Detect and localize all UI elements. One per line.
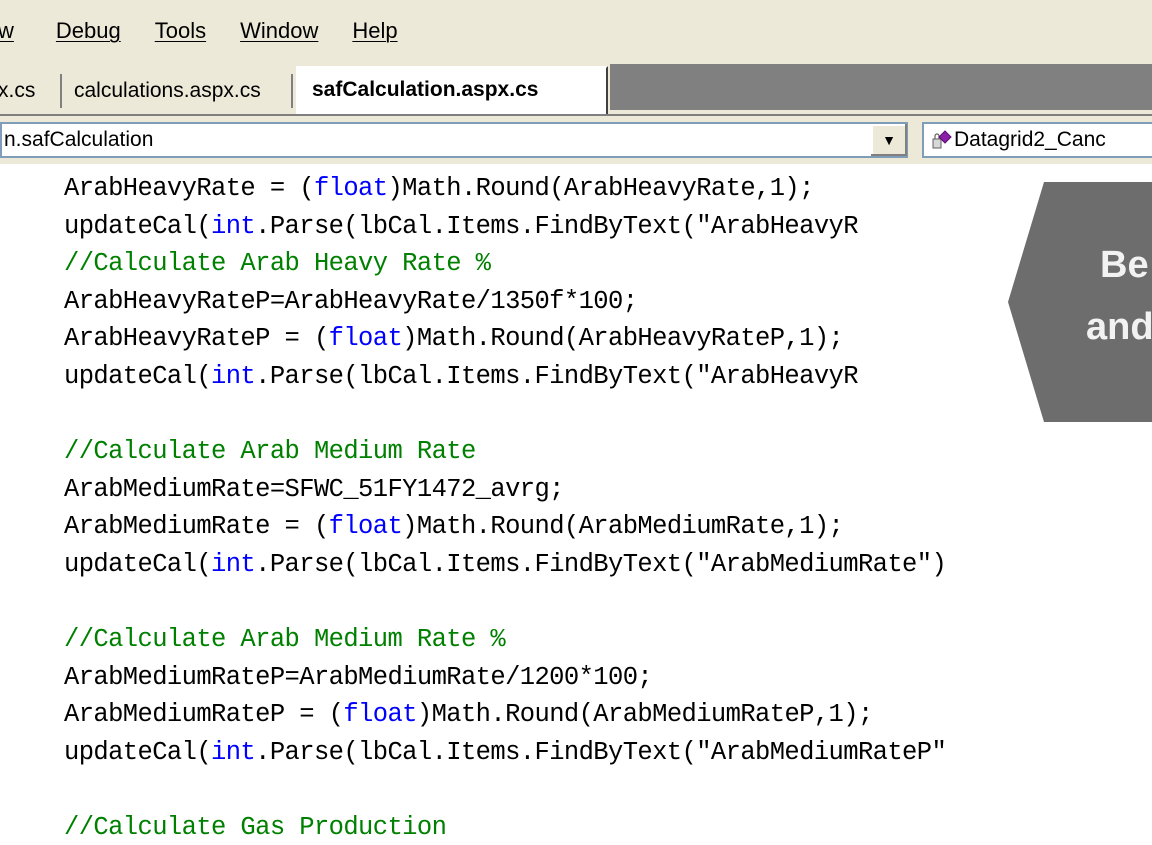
tab-calculations-aspx-cs[interactable]: calculations.aspx.cs [74,76,261,106]
code-text: ArabMediumRate = ( [64,512,329,542]
code-text: )Math.Round(ArabHeavyRate,1); [387,174,814,203]
code-text: )Math.Round(ArabMediumRateP,1); [416,700,873,730]
code-line: //Calculate Gas Production [64,813,447,843]
code-line: ArabHeavyRate = (float)Math.Round(ArabHe… [64,174,814,203]
code-keyword: int [211,362,256,391]
menu-view[interactable]: w [0,18,14,44]
code-comment: //Calculate Arab Medium Rate % [64,625,506,655]
code-text: .Parse(lbCal.Items.FindByText("ArabMediu… [255,550,947,579]
menu-tools[interactable]: Tools [155,18,206,44]
menu-window[interactable]: Window [240,18,318,44]
code-line: ArabHeavyRateP = (float)Math.Round(ArabH… [64,324,844,354]
code-text: )Math.Round(ArabHeavyRateP,1); [402,324,844,354]
code-keyword: float [313,174,388,203]
code-keyword: float [328,324,403,354]
code-text: ArabMediumRateP=ArabMediumRate/1200*100; [64,662,653,692]
code-text: .Parse(lbCal.Items.FindByText("ArabHeavy… [255,362,858,391]
code-text: ArabHeavyRateP=ArabHeavyRate/1350f*100; [64,286,638,316]
method-icon [932,130,952,149]
code-line: updateCal(int.Parse(lbCal.Items.FindByTe… [64,738,947,767]
code-keyword: float [328,512,403,542]
code-line: updateCal(int.Parse(lbCal.Items.FindByTe… [64,211,859,241]
callout-text-line-2: and [1086,306,1152,348]
class-dropdown[interactable]: n.safCalculation ▼ [0,122,908,158]
code-line: ArabMediumRate = (float)Math.Round(ArabM… [64,512,844,542]
document-tab-bar: x.cs calculations.aspx.cs safCalculation… [0,62,1152,114]
member-dropdown-value: Datagrid2_Canc [954,128,1106,151]
code-text: ArabHeavyRate = ( [64,174,315,203]
code-line: ArabHeavyRateP=ArabHeavyRate/1350f*100; [64,286,638,316]
code-line: ArabMediumRateP = (float)Math.Round(Arab… [64,700,873,729]
code-text: updateCal( [64,550,212,579]
code-line: ArabMediumRate=SFWC_51FY1472_avrg; [64,475,564,504]
code-line: //Calculate Arab Heavy Rate % [64,249,491,279]
code-text: ArabHeavyRateP = ( [64,324,329,354]
code-comment: //Calculate Arab Medium Rate [64,437,476,467]
code-text: ArabMediumRate=SFWC_51FY1472_avrg; [64,474,564,504]
tab-safcalculation-aspx-cs[interactable]: safCalculation.aspx.cs [296,66,608,114]
active-tab-label: safCalculation.aspx.cs [312,78,539,101]
code-text: )Math.Round(ArabMediumRate,1); [402,512,844,542]
navigation-bar: n.safCalculation ▼ Datagrid2_Canc [0,114,1152,164]
code-text: updateCal( [64,211,212,241]
code-line: updateCal(int.Parse(lbCal.Items.FindByTe… [64,362,859,391]
code-line: //Calculate Arab Medium Rate % [64,625,506,655]
code-text: updateCal( [64,362,212,391]
chevron-down-icon[interactable]: ▼ [870,124,907,156]
code-line: ArabMediumRateP=ArabMediumRate/1200*100; [64,662,653,692]
code-text: ArabMediumRateP = ( [64,700,344,730]
code-line: updateCal(int.Parse(lbCal.Items.FindByTe… [64,550,947,579]
tab-x-cs[interactable]: x.cs [0,76,35,106]
code-line: //Calculate Arab Medium Rate [64,437,476,466]
code-keyword: int [211,550,256,579]
code-text: .Parse(lbCal.Items.FindByText("ArabHeavy… [255,211,858,241]
code-comment: //Calculate Gas Production [64,813,447,843]
code-comment: //Calculate Arab Heavy Rate % [64,249,491,279]
code-keyword: int [211,211,256,241]
code-text: .Parse(lbCal.Items.FindByText("ArabMediu… [255,738,947,767]
menu-debug[interactable]: Debug [56,18,121,44]
code-text: updateCal( [64,738,212,767]
code-keyword: float [343,700,417,730]
menu-help[interactable]: Help [352,18,397,44]
code-editor[interactable]: ArabHeavyRate = (float)Math.Round(ArabHe… [0,164,1152,845]
member-dropdown[interactable]: Datagrid2_Canc [922,122,1152,158]
tab-separator [60,74,62,108]
code-keyword: int [211,738,256,767]
tab-separator [291,74,293,108]
callout-text-line-1: Be [1100,244,1149,286]
class-dropdown-value: n.safCalculation [4,128,154,151]
menu-bar: w Debug Tools Window Help [0,0,1152,62]
